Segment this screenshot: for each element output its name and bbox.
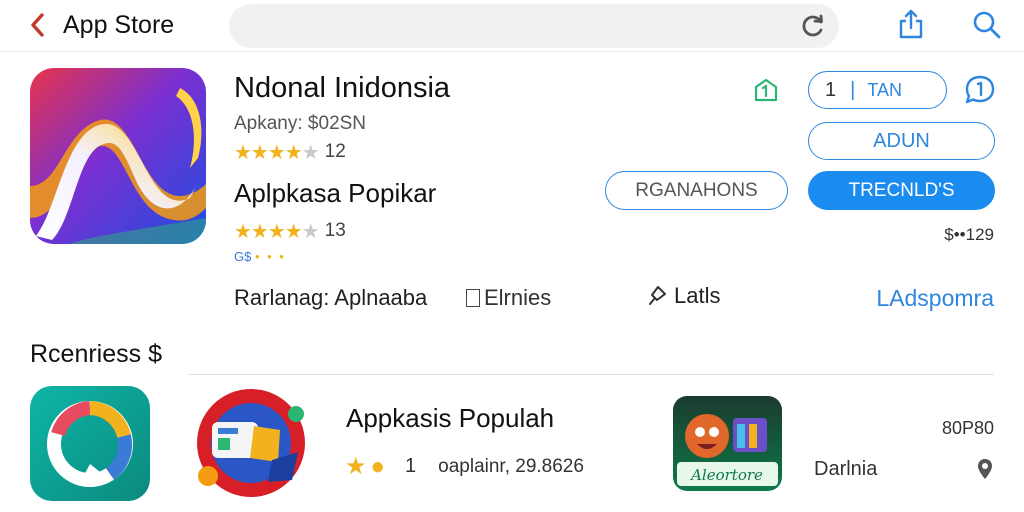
- star-rating-icon: ★★★★★: [234, 141, 320, 164]
- divider: [188, 374, 994, 375]
- row-item3-price: 80P80: [941, 418, 994, 438]
- meta-rating: Rarlanag: Aplnaaba: [234, 285, 428, 310]
- character-brand-text: Aleortore: [689, 466, 763, 484]
- row-app-title: Appkasis Populah: [346, 403, 555, 433]
- top-bar: App Store: [0, 0, 1024, 52]
- trend-button[interactable]: TRECNLD'S: [808, 171, 995, 210]
- rating-row-secondary: ★★★★★ 13: [234, 220, 346, 243]
- star-rating-icon: ★★★★★: [234, 220, 320, 243]
- meta-link[interactable]: LAdspomra: [876, 285, 994, 312]
- small-tag-label: G$: [234, 249, 252, 264]
- meta-latis-label: Latls: [674, 283, 721, 308]
- app-name: Ndonal Inidonsia: [234, 72, 451, 104]
- star-icon: ★: [345, 453, 367, 480]
- hero-app-icon[interactable]: [30, 68, 206, 244]
- app-icon-character[interactable]: Aleortore: [673, 396, 782, 491]
- search-icon[interactable]: [972, 10, 1002, 40]
- separator: |: [850, 78, 856, 101]
- meta-latis[interactable]: Latls: [646, 283, 720, 309]
- app-company: Apkany: $02SN: [234, 113, 367, 134]
- app-icon-game[interactable]: [188, 386, 314, 500]
- coin-icon: ●: [370, 452, 386, 480]
- rating-count-secondary: 13: [324, 220, 346, 241]
- dots-icon: • • •: [254, 249, 286, 264]
- app-subtitle: Aplpkasa Popikar: [234, 178, 437, 208]
- ribbon-logo-icon: [30, 68, 206, 244]
- section-title: Rcenriess $: [30, 340, 162, 368]
- price-label: $••129: [944, 225, 994, 244]
- circle-logo-icon: [30, 386, 150, 501]
- back-button[interactable]: [26, 10, 50, 40]
- download-badge-icon[interactable]: [752, 76, 780, 104]
- chat-bubble-icon[interactable]: [963, 73, 997, 107]
- share-icon[interactable]: [898, 8, 924, 40]
- row-rating: ★ ● 1 oaplainr, 29.8626: [345, 452, 584, 481]
- reload-icon[interactable]: [801, 14, 825, 38]
- rating-row: ★★★★★ 12: [234, 141, 346, 164]
- meta-items-label: Elrnies: [484, 285, 552, 310]
- character-logo-icon: Aleortore: [673, 396, 782, 491]
- rating-count: 12: [324, 141, 346, 162]
- meta-items[interactable]: Elrnies: [466, 285, 551, 311]
- game-logo-icon: [188, 386, 314, 500]
- reservations-button[interactable]: RGANAHONS: [605, 171, 788, 210]
- adun-button[interactable]: ADUN: [808, 122, 995, 160]
- app-icon-circle[interactable]: [30, 386, 150, 501]
- location-pin-icon[interactable]: [977, 458, 993, 480]
- search-input[interactable]: [229, 4, 839, 48]
- small-tag: G$ • • •: [234, 249, 286, 264]
- tan-label: TAN: [867, 79, 902, 100]
- tan-button[interactable]: 1 | TAN: [808, 71, 947, 109]
- chevron-left-icon: [31, 13, 44, 37]
- pin-tag-icon: [649, 286, 666, 305]
- tan-number: 1: [825, 78, 837, 101]
- row-count: 1: [405, 455, 417, 477]
- app-title: App Store: [63, 11, 175, 39]
- row-item3-label: Darlnia: [814, 458, 878, 480]
- box-icon: [466, 289, 480, 307]
- row-desc: oaplainr, 29.8626: [438, 455, 584, 477]
